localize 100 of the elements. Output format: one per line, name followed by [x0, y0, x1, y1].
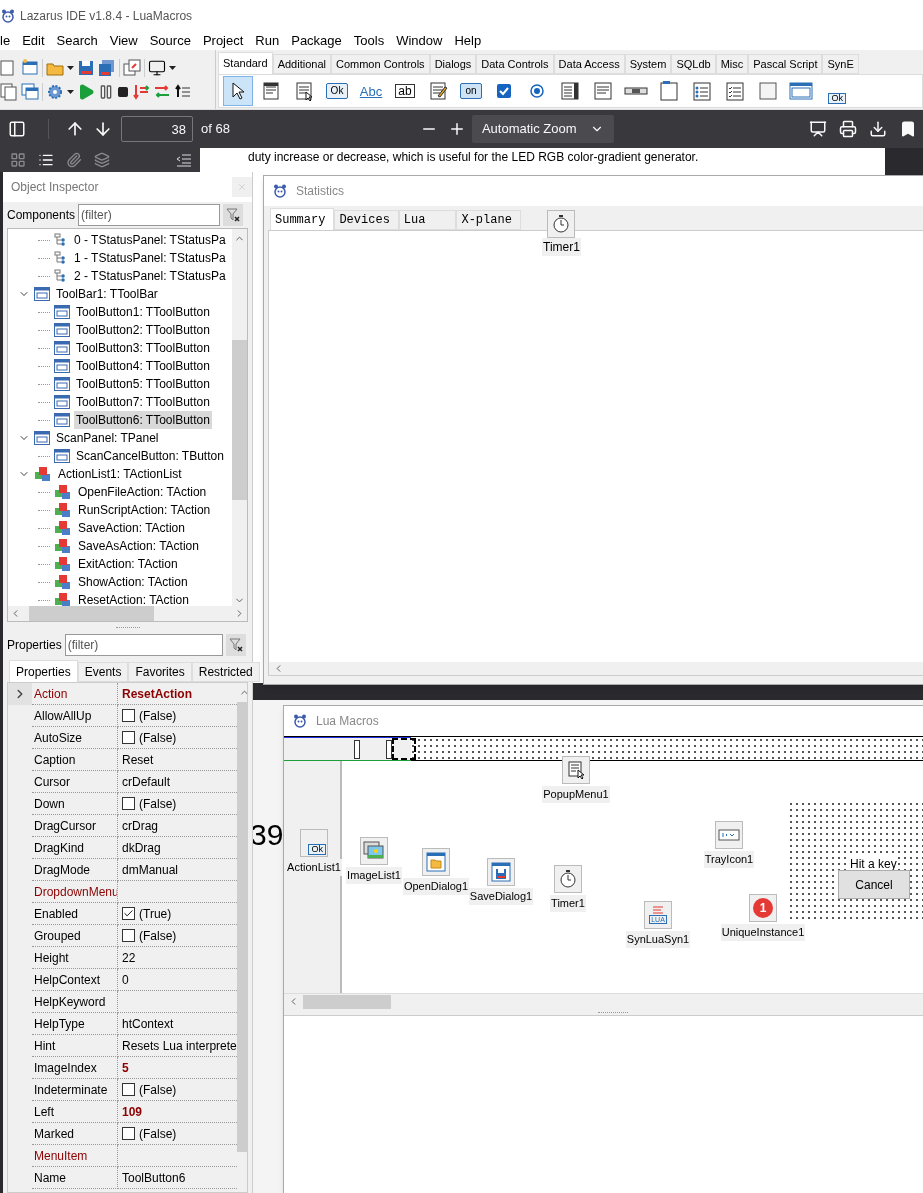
tab[interactable]: Properties: [9, 660, 78, 682]
property-name[interactable]: Hint: [34, 1036, 56, 1055]
tree-item[interactable]: 1 - TStatusPanel: TStatusPa: [72, 249, 228, 267]
tree-item[interactable]: ActionList1: TActionList: [56, 465, 184, 483]
property-value[interactable]: crDrag: [122, 816, 158, 835]
list-icon[interactable]: [38, 152, 54, 168]
tree-item[interactable]: OpenFileAction: TAction: [76, 483, 209, 501]
property-name[interactable]: HelpType: [34, 1014, 85, 1033]
tab[interactable]: Summary: [270, 208, 335, 230]
tree-item[interactable]: 0 - TStatusPanel: TStatusPa: [72, 231, 228, 249]
tree-item[interactable]: ToolButton3: TToolButton: [74, 339, 212, 357]
badge-component-icon[interactable]: 1: [749, 894, 777, 922]
tab[interactable]: Additional: [272, 54, 331, 74]
menu-item[interactable]: Package: [291, 32, 342, 50]
property-value[interactable]: 5: [122, 1058, 129, 1077]
tree-item[interactable]: ResetAction: TAction: [76, 591, 191, 606]
property-name[interactable]: Down: [34, 794, 65, 813]
property-value[interactable]: Reset: [122, 750, 154, 769]
tab[interactable]: X-plane: [456, 210, 521, 230]
menu-item[interactable]: Window: [396, 32, 443, 50]
tab[interactable]: Dialogs: [429, 54, 477, 74]
clear-filter-button[interactable]: [225, 634, 246, 656]
tree-item[interactable]: ToolButton1: TToolButton: [74, 303, 212, 321]
open-dialog-component-icon[interactable]: [422, 848, 450, 876]
property-name[interactable]: DragKind: [34, 838, 85, 857]
checkbox[interactable]: [122, 1083, 135, 1096]
property-value[interactable]: dkDrag: [122, 838, 161, 857]
scrollbar-thumb[interactable]: [232, 340, 247, 500]
menu-item[interactable]: Edit: [22, 32, 45, 50]
layers-icon[interactable]: [94, 152, 110, 168]
collapse-list-icon[interactable]: [176, 152, 192, 168]
property-name[interactable]: Left: [34, 1102, 54, 1121]
tree-item[interactable]: RunScriptAction: TAction: [76, 501, 213, 519]
property-name[interactable]: ImageIndex: [34, 1058, 97, 1077]
property-name[interactable]: Action: [34, 684, 68, 703]
property-value[interactable]: (False): [139, 1080, 177, 1099]
checkbox[interactable]: [122, 929, 135, 942]
checkbox[interactable]: [122, 1127, 135, 1140]
windows-icon[interactable]: [21, 82, 39, 101]
tree-item[interactable]: ToolButton2: TToolButton: [74, 321, 212, 339]
menu-item[interactable]: Run: [255, 32, 280, 50]
property-value[interactable]: Resets Lua interprete: [122, 1036, 237, 1055]
property-value[interactable]: htContext: [122, 1014, 174, 1033]
property-name[interactable]: Grouped: [34, 926, 81, 945]
property-value[interactable]: (False): [139, 926, 177, 945]
step-into-icon[interactable]: [132, 82, 150, 101]
tab[interactable]: Favorites: [128, 662, 192, 682]
tree-item[interactable]: ToolButton5: TToolButton: [74, 375, 212, 393]
tree-item[interactable]: ShowAction: TAction: [76, 573, 190, 591]
property-name[interactable]: HelpContext: [34, 970, 101, 989]
checkbox[interactable]: [122, 907, 135, 920]
bookmark-icon[interactable]: [899, 120, 917, 138]
property-name[interactable]: AllowAllUp: [34, 706, 92, 725]
filter-field[interactable]: (filter): [78, 204, 221, 226]
paperclip-icon[interactable]: [66, 152, 82, 168]
tab[interactable]: Data Access: [553, 54, 625, 74]
toggle-form-icon[interactable]: [123, 58, 141, 77]
horizontal-scrollbar[interactable]: [269, 662, 923, 675]
tree-item[interactable]: ToolButton6: TToolButton: [74, 411, 212, 429]
tree-item[interactable]: ToolButton4: TToolButton: [74, 357, 212, 375]
tab[interactable]: Restricted: [191, 662, 260, 682]
property-name[interactable]: Caption: [34, 750, 76, 769]
menu-item[interactable]: Help: [454, 32, 482, 50]
property-name[interactable]: Indeterminate: [34, 1080, 108, 1099]
property-value[interactable]: ResetAction: [122, 684, 192, 703]
tree-item[interactable]: ScanPanel: TPanel: [54, 429, 161, 447]
property-name[interactable]: Cursor: [34, 772, 70, 791]
checkbox[interactable]: [122, 797, 135, 810]
monitor-icon[interactable]: [148, 58, 166, 77]
property-name[interactable]: MenuItem: [34, 1146, 88, 1165]
tab[interactable]: Devices: [334, 210, 399, 230]
image-list-component-icon[interactable]: [360, 837, 388, 865]
tab[interactable]: Standard: [218, 52, 273, 74]
property-value[interactable]: (False): [139, 728, 177, 747]
print-icon[interactable]: [839, 120, 857, 138]
property-value[interactable]: ToolButton6: [122, 1168, 186, 1187]
property-name[interactable]: Height: [34, 948, 69, 967]
tab[interactable]: System: [624, 54, 672, 74]
tab[interactable]: Misc: [715, 54, 749, 74]
horizontal-scrollbar[interactable]: [284, 993, 923, 1009]
save-all-icon[interactable]: [98, 58, 116, 77]
run-icon[interactable]: [77, 82, 95, 101]
tab[interactable]: SQLdb: [671, 54, 716, 74]
pages-icon[interactable]: [0, 82, 18, 101]
property-name[interactable]: HelpKeyword: [34, 992, 106, 1011]
tab[interactable]: Lua: [398, 210, 457, 230]
property-name[interactable]: Marked: [34, 1124, 74, 1143]
label-component-icon[interactable]: Abc: [355, 76, 387, 106]
tab[interactable]: Common Controls: [331, 54, 430, 74]
tree-item[interactable]: ExitAction: TAction: [76, 555, 180, 573]
stopwatch-icon[interactable]: [554, 865, 582, 893]
clear-filter-button[interactable]: [223, 204, 244, 226]
tree-item[interactable]: ScanCancelButton: TButton: [74, 447, 226, 465]
property-value[interactable]: (True): [139, 904, 172, 923]
page-number-field[interactable]: 38: [121, 116, 193, 142]
tree-item[interactable]: ToolButton7: TToolButton: [74, 393, 212, 411]
menu-item[interactable]: Project: [202, 32, 244, 50]
property-name[interactable]: DragMode: [34, 860, 91, 879]
horizontal-scrollbar[interactable]: [8, 606, 247, 621]
checkbox[interactable]: [122, 731, 135, 744]
